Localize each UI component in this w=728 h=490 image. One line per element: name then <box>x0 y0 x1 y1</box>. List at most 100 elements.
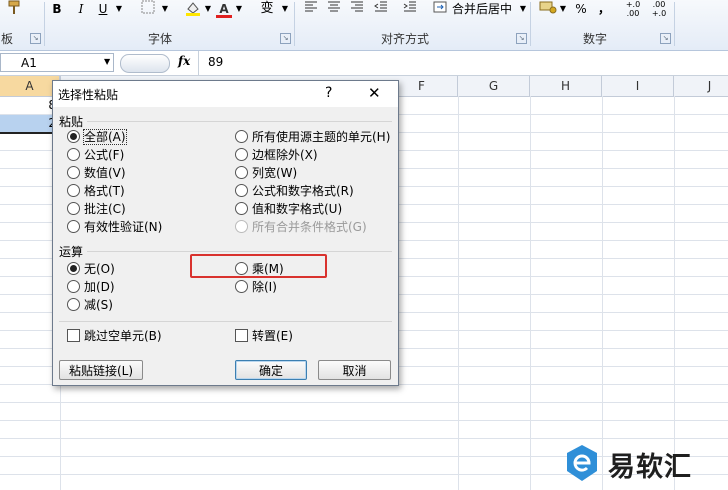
paste-option-all[interactable]: 全部(A) <box>67 129 127 145</box>
alignment-group-label: 对齐方式 <box>380 32 429 46</box>
font-color-button[interactable]: A <box>216 0 232 18</box>
radio-icon[interactable] <box>235 130 248 143</box>
merge-icon[interactable] <box>431 0 449 18</box>
operation-add[interactable]: 加(D) <box>67 279 115 295</box>
paste-option-column-widths-label: 列宽(W) <box>252 166 298 180</box>
ribbon-separator <box>44 2 45 46</box>
paste-option-validation[interactable]: 有效性验证(N) <box>67 219 162 235</box>
paste-option-source-theme-label: 所有使用源主题的单元(H) <box>252 130 391 144</box>
radio-icon[interactable] <box>67 280 80 293</box>
paste-option-formulas-numbers[interactable]: 公式和数字格式(R) <box>235 183 354 199</box>
radio-selected-icon[interactable] <box>67 262 80 275</box>
phonetic-button[interactable]: 变 <box>257 0 277 18</box>
column-header-h[interactable]: H <box>530 76 602 96</box>
column-header-g[interactable]: G <box>458 76 530 96</box>
cancel-button[interactable]: 取消 <box>318 360 391 380</box>
radio-icon[interactable] <box>235 166 248 179</box>
accounting-format-icon[interactable] <box>538 0 558 18</box>
paste-option-comments[interactable]: 批注(C) <box>67 201 126 217</box>
comma-style-button[interactable]: ， <box>597 0 611 18</box>
align-center-icon[interactable] <box>325 0 343 18</box>
skip-blanks-checkbox[interactable]: 跳过空单元(B) <box>67 328 162 344</box>
column-header-i[interactable]: I <box>602 76 674 96</box>
number-dialog-launcher-icon[interactable]: ↘ <box>660 33 671 44</box>
checkbox-icon[interactable] <box>235 329 248 342</box>
paste-option-merge-conditional: 所有合并条件格式(G) <box>235 219 367 235</box>
formula-bar-splitter[interactable] <box>120 54 170 73</box>
paste-link-button[interactable]: 粘贴链接(L) <box>59 360 143 380</box>
column-header-a[interactable]: A <box>0 76 60 96</box>
operation-section-label: 运算 <box>59 245 84 259</box>
operation-divide[interactable]: 除(I) <box>235 279 277 295</box>
phonetic-dropdown-icon[interactable]: ▼ <box>280 0 290 18</box>
fill-color-icon[interactable] <box>183 0 203 18</box>
decrease-indent-icon[interactable] <box>372 0 390 18</box>
transpose-checkbox[interactable]: 转置(E) <box>235 328 293 344</box>
watermark-logo-icon <box>564 443 600 483</box>
grid-line <box>674 96 675 490</box>
paste-option-column-widths[interactable]: 列宽(W) <box>235 165 297 181</box>
decrease-decimal-button[interactable]: .00 +.0 <box>648 0 670 18</box>
radio-icon[interactable] <box>67 166 80 179</box>
radio-icon[interactable] <box>67 298 80 311</box>
border-icon[interactable] <box>138 0 158 18</box>
ribbon-separator <box>294 2 295 46</box>
paste-option-source-theme[interactable]: 所有使用源主题的单元(H) <box>235 129 390 145</box>
radio-selected-icon[interactable] <box>67 130 80 143</box>
cell-a1[interactable]: 8 <box>0 97 60 114</box>
increase-indent-icon[interactable] <box>401 0 419 18</box>
ok-button[interactable]: 确定 <box>235 360 307 380</box>
radio-icon[interactable] <box>235 148 248 161</box>
accounting-dropdown-icon[interactable]: ▼ <box>558 0 568 18</box>
dialog-title: 选择性粘贴 <box>58 88 119 102</box>
operation-none[interactable]: 无(O) <box>67 261 115 277</box>
help-button[interactable]: ? <box>325 85 332 101</box>
operation-divide-label: 除(I) <box>252 280 277 294</box>
radio-icon[interactable] <box>235 202 248 215</box>
font-dialog-launcher-icon[interactable]: ↘ <box>280 33 291 44</box>
radio-icon[interactable] <box>67 148 80 161</box>
bold-button[interactable]: B <box>50 0 64 18</box>
name-box[interactable]: A1 <box>0 53 114 72</box>
alignment-dialog-launcher-icon[interactable]: ↘ <box>516 33 527 44</box>
paste-option-values-label: 数值(V) <box>84 166 126 180</box>
border-dropdown-icon[interactable]: ▼ <box>160 0 170 18</box>
paste-option-formulas-numbers-label: 公式和数字格式(R) <box>252 184 354 198</box>
paste-option-formats-label: 格式(T) <box>84 184 125 198</box>
merge-dropdown-icon[interactable]: ▼ <box>518 0 528 18</box>
watermark-text: 易软汇 <box>608 452 692 483</box>
formula-input[interactable]: 89 <box>208 53 223 72</box>
paste-option-values-numbers-label: 值和数字格式(U) <box>252 202 343 216</box>
italic-button[interactable]: I <box>74 0 88 18</box>
format-painter-icon[interactable] <box>4 0 26 18</box>
font-color-dropdown-icon[interactable]: ▼ <box>234 0 244 18</box>
operation-subtract-label: 减(S) <box>84 298 113 312</box>
operation-subtract[interactable]: 减(S) <box>67 297 113 313</box>
paste-option-values[interactable]: 数值(V) <box>67 165 126 181</box>
underline-button[interactable]: U <box>96 0 110 18</box>
close-button[interactable]: ✕ <box>368 84 381 102</box>
increase-decimal-button[interactable]: +.0 .00 <box>622 0 644 18</box>
paste-option-no-borders[interactable]: 边框除外(X) <box>235 147 318 163</box>
selection-border <box>0 132 60 134</box>
radio-icon[interactable] <box>67 202 80 215</box>
radio-icon[interactable] <box>67 184 80 197</box>
radio-icon[interactable] <box>67 220 80 233</box>
name-box-dropdown-icon[interactable]: ▼ <box>104 57 110 66</box>
radio-icon[interactable] <box>235 184 248 197</box>
radio-icon[interactable] <box>235 280 248 293</box>
checkbox-icon[interactable] <box>67 329 80 342</box>
clipboard-dialog-launcher-icon[interactable]: ↘ <box>30 33 41 44</box>
fill-color-dropdown-icon[interactable]: ▼ <box>203 0 213 18</box>
paste-option-formulas[interactable]: 公式(F) <box>67 147 124 163</box>
underline-dropdown-icon[interactable]: ▼ <box>114 0 124 18</box>
paste-option-values-numbers[interactable]: 值和数字格式(U) <box>235 201 342 217</box>
merge-center-button[interactable]: 合并后居中 <box>452 0 518 18</box>
align-left-icon[interactable] <box>302 0 320 18</box>
column-header-j[interactable]: J <box>674 76 728 96</box>
paste-option-formats[interactable]: 格式(T) <box>67 183 125 199</box>
insert-function-button[interactable]: fx <box>178 54 190 68</box>
paste-option-merge-conditional-label: 所有合并条件格式(G) <box>252 220 367 234</box>
align-right-icon[interactable] <box>348 0 366 18</box>
percent-button[interactable]: % <box>573 0 589 18</box>
